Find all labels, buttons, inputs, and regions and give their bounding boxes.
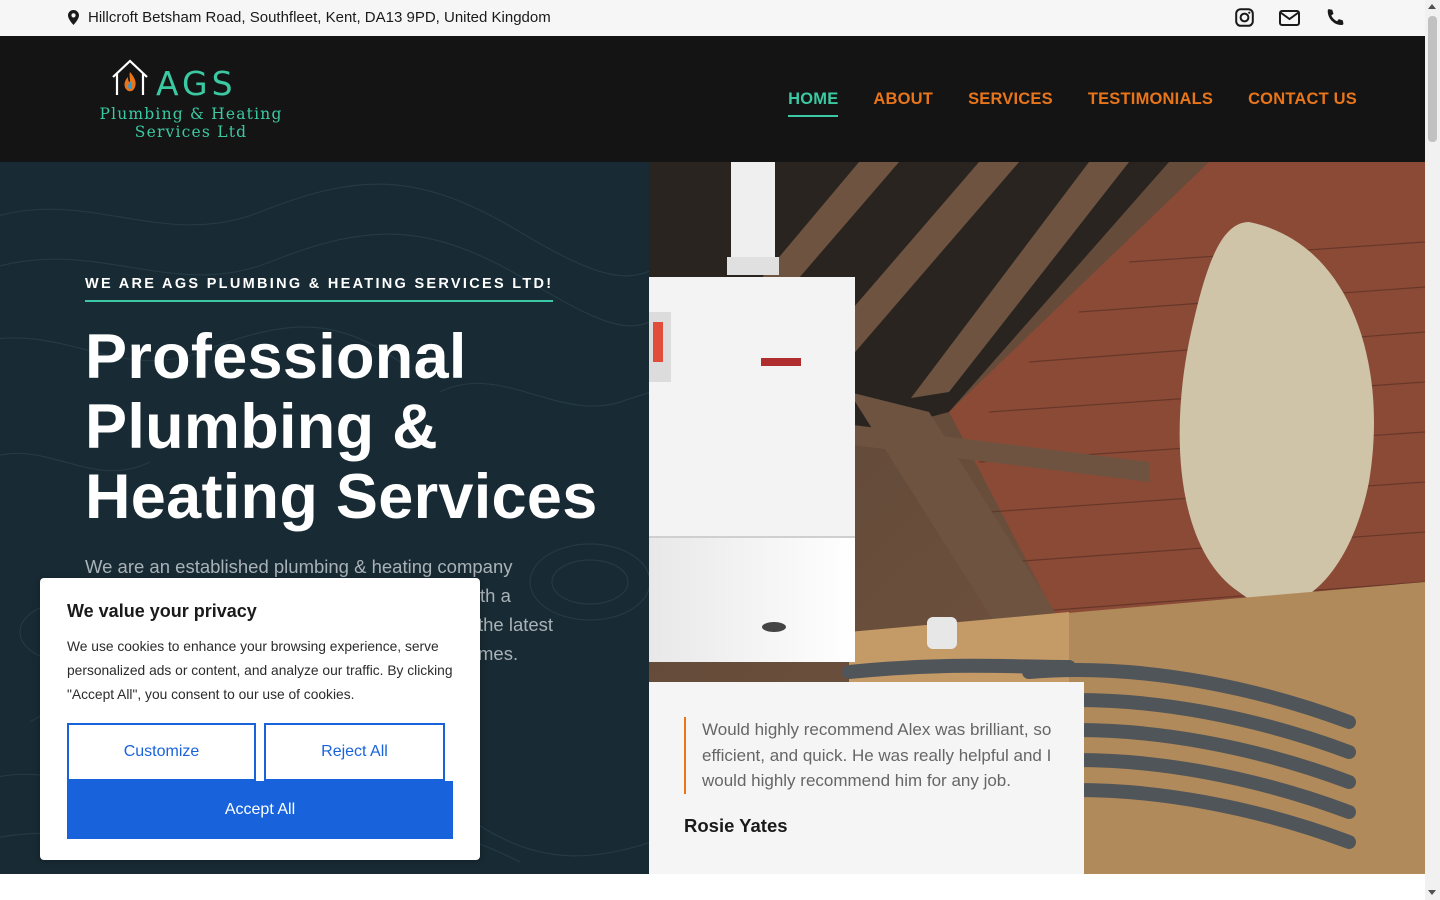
- hero-eyebrow: WE ARE AGS PLUMBING & HEATING SERVICES L…: [85, 276, 554, 302]
- hero-headline-line-3: Heating Services: [85, 462, 598, 532]
- nav-about[interactable]: ABOUT: [873, 90, 933, 117]
- nav-services[interactable]: SERVICES: [968, 90, 1053, 117]
- scroll-down-arrow-icon[interactable]: [1428, 890, 1436, 895]
- house-flame-icon: [112, 59, 148, 95]
- hero-headline: Professional Plumbing & Heating Services: [85, 322, 625, 532]
- logo[interactable]: AGS Plumbing & Heating Services Ltd: [90, 58, 300, 148]
- email-icon[interactable]: [1279, 7, 1300, 28]
- instagram-icon[interactable]: [1234, 7, 1255, 28]
- scroll-thumb[interactable]: [1428, 16, 1437, 142]
- top-info-bar: Hillcroft Betsham Road, Southfleet, Kent…: [0, 0, 1425, 36]
- reject-all-button[interactable]: Reject All: [264, 723, 445, 781]
- logo-tagline-2: Services Ltd: [134, 123, 248, 141]
- main-nav: HOME ABOUT SERVICES TESTIMONIALS CONTACT…: [788, 90, 1357, 117]
- logo-wordmark: AGS: [156, 64, 237, 103]
- cookie-consent-banner: We value your privacy We use cookies to …: [40, 578, 480, 860]
- logo-tagline-1: Plumbing & Heating: [99, 105, 283, 123]
- hero-lead-line-4: mes.: [478, 643, 519, 664]
- cookie-title: We value your privacy: [67, 601, 257, 621]
- phone-icon[interactable]: [1324, 7, 1345, 28]
- social-links: [1234, 7, 1345, 28]
- address-text: Hillcroft Betsham Road, Southfleet, Kent…: [88, 9, 551, 26]
- cookie-body: We use cookies to enhance your browsing …: [67, 639, 453, 702]
- hero-headline-line-1: Professional: [85, 322, 467, 392]
- customize-button[interactable]: Customize: [67, 723, 256, 781]
- site-header: AGS Plumbing & Heating Services Ltd HOME…: [0, 36, 1425, 162]
- address: Hillcroft Betsham Road, Southfleet, Kent…: [68, 9, 551, 26]
- scroll-up-arrow-icon[interactable]: [1428, 4, 1436, 9]
- testimonial-author: Rosie Yates: [684, 815, 788, 836]
- testimonial-quote: Would highly recommend Alex was brillian…: [684, 717, 1054, 794]
- hero-headline-line-2: Plumbing &: [85, 392, 438, 462]
- accept-all-button[interactable]: Accept All: [67, 781, 453, 839]
- hero-lead-line-3: the latest: [478, 614, 554, 635]
- hero-lead-line-2: th a: [480, 585, 511, 606]
- page-scrollbar[interactable]: [1425, 0, 1440, 900]
- location-pin-icon: [68, 10, 79, 25]
- nav-home[interactable]: HOME: [788, 90, 839, 117]
- hero-lead-line-1: We are an established plumbing & heating…: [85, 556, 513, 577]
- testimonial-card: Would highly recommend Alex was brillian…: [649, 682, 1084, 874]
- nav-contact-us[interactable]: CONTACT US: [1248, 90, 1357, 117]
- nav-testimonials[interactable]: TESTIMONIALS: [1088, 90, 1213, 117]
